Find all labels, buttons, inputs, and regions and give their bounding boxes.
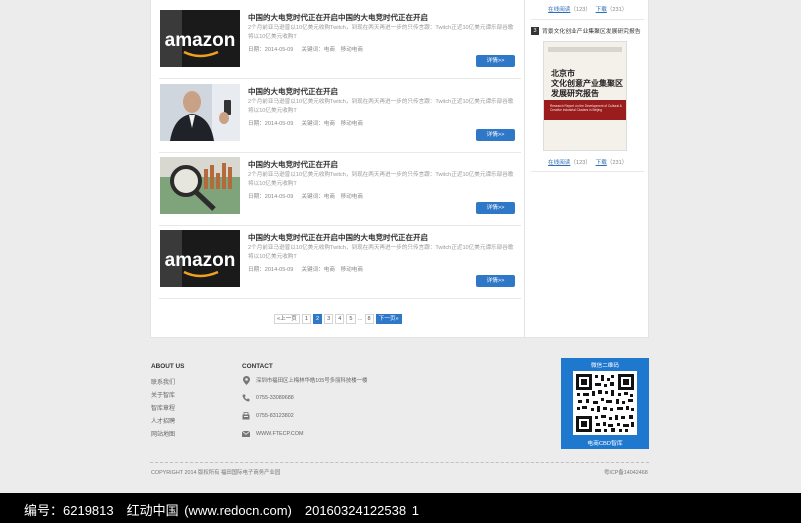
article-item: 中国的大电竞时代正在开启 2个月前亚马逊曾以10亿美元收购Twitch，到现在两… [159, 155, 521, 226]
qr-title: 微信二维码 [591, 363, 619, 369]
article-title[interactable]: 中国的大电竞时代正在开启中国的大电竞时代正在开启 [248, 12, 428, 23]
page-4-button[interactable]: 4 [335, 314, 345, 324]
article-thumbnail[interactable] [160, 84, 240, 141]
article-keywords: 关键词：电商 移动电商 [301, 121, 363, 127]
cover-subtitle: Research Report on the Development of Cu… [550, 104, 622, 112]
book-cover-image[interactable]: 北京市 文化创意产业集聚区 发展研究报告 Research Report on … [543, 41, 627, 151]
article-date: 日期：2014-05-09 [248, 194, 294, 200]
watermark-bar: 编号：6219813 红动中国 (www.redocn.com) 2016032… [0, 493, 801, 523]
article-meta: 日期：2014-05-09 关键词：电商 移动电商 [248, 192, 371, 200]
prev-page-button[interactable]: «上一页 [274, 314, 300, 324]
copyright-text: COPYRIGHT 2014 版权所有 福田国际电子商务产业园 [151, 470, 281, 476]
website-text[interactable]: WWW.FTECP.COM [256, 431, 304, 437]
sidebar-divider [531, 19, 644, 20]
article-title[interactable]: 中国的大电竞时代正在开启 [248, 159, 338, 170]
contact-phone: 0755-33089688 [242, 394, 294, 402]
article-meta: 日期：2014-05-09 关键词：电商 移动电商 [248, 119, 371, 127]
article-description: 2个月前亚马逊曾以10亿美元收购Twitch，到现在两天再进一步的只传言跟：Tw… [248, 25, 514, 40]
download-count: （231） [606, 7, 628, 13]
pagination: «上一页 1 2 3 4 5 ... 8 下一页» [274, 314, 402, 324]
article-description: 2个月前亚马逊曾以10亿美元收购Twitch，到现在两天再进一步的只传言跟：Tw… [248, 99, 514, 114]
article-date: 日期：2014-05-09 [248, 121, 294, 127]
article-item: 中国的大电竞时代正在开启 2个月前亚马逊曾以10亿美元收购Twitch，到现在两… [159, 82, 521, 153]
phone-text: 0755-33089688 [256, 395, 294, 401]
article-description: 2个月前亚马逊曾以10亿美元收购Twitch，到现在两天再进一步的只传言跟：Tw… [248, 172, 514, 187]
details-button[interactable]: 详情>> [476, 275, 515, 287]
contact-web: WWW.FTECP.COM [242, 430, 304, 438]
page-5-button[interactable]: 5 [346, 314, 356, 324]
footer-link-contact[interactable]: 联系我们 [151, 377, 175, 386]
article-title[interactable]: 中国的大电竞时代正在开启 [248, 86, 338, 97]
svg-text:amazon: amazon [165, 250, 236, 271]
rank-number: 3 [531, 26, 539, 35]
cover-heading: 北京市 文化创意产业集聚区 发展研究报告 [551, 68, 623, 98]
contact-fax: 0755-83123802 [242, 412, 294, 420]
pagination-ellipsis: ... [357, 316, 363, 322]
footer-link-charter[interactable]: 智库章程 [151, 403, 175, 412]
sidebar-item-title[interactable]: 3 背景文化创业产业集聚区发展研究报告 [531, 26, 641, 35]
location-icon [242, 375, 250, 385]
details-button[interactable]: 详情>> [476, 129, 515, 141]
contact-heading: CONTACT [242, 363, 273, 370]
article-date: 日期：2014-05-09 [248, 267, 294, 273]
article-item: amazon 中国的大电竞时代正在开启中国的大电竞时代正在开启 2个月前亚马逊曾… [159, 8, 521, 79]
qr-code-image [573, 371, 637, 435]
read-count: （123） [570, 7, 591, 13]
svg-text:amazon: amazon [165, 30, 236, 51]
footer-link-sitemap[interactable]: 网站地图 [151, 429, 175, 438]
download-link[interactable]: 下载 [596, 7, 607, 13]
column-divider [524, 0, 525, 338]
cover-heading-line: 文化创意产业集聚区 [551, 78, 623, 88]
sidebar-item-links: 在线阅读（123） 下载（231） [548, 158, 627, 166]
sidebar-divider [531, 171, 644, 172]
about-heading: ABOUT US [151, 363, 185, 370]
footer-link-about[interactable]: 关于智库 [151, 390, 175, 399]
fax-icon [242, 412, 250, 420]
contact-address: 深圳市福田区上梅林华皓105号多丽科技楼一楼 [242, 375, 368, 385]
next-page-button[interactable]: 下一页» [375, 314, 402, 324]
article-meta: 日期：2014-05-09 关键词：电商 移动电商 [248, 45, 371, 53]
footer-link-jobs[interactable]: 人才招聘 [151, 416, 175, 425]
phone-icon [242, 394, 250, 402]
article-keywords: 关键词：电商 移动电商 [301, 194, 363, 200]
qr-label: 电商CBD智库 [587, 441, 623, 447]
watermark-text: 编号：6219813 红动中国 (www.redocn.com) 2016032… [24, 503, 419, 518]
mail-icon [242, 430, 250, 438]
article-meta: 日期：2014-05-09 关键词：电商 移动电商 [248, 265, 371, 273]
page-1-button[interactable]: 1 [301, 314, 312, 324]
details-button[interactable]: 详情>> [476, 55, 515, 67]
fax-text: 0755-83123802 [256, 413, 294, 419]
page-last-button[interactable]: 8 [364, 314, 374, 324]
footer-divider [150, 462, 649, 463]
icp-license-text: 粤ICP备14042468 [604, 470, 648, 476]
page-2-button[interactable]: 2 [313, 314, 323, 324]
article-title[interactable]: 中国的大电竞时代正在开启中国的大电竞时代正在开启 [248, 232, 428, 243]
page-3-button[interactable]: 3 [324, 314, 334, 324]
address-text: 深圳市福田区上梅林华皓105号多丽科技楼一楼 [256, 378, 368, 384]
cover-heading-line: 北京市 [551, 68, 575, 78]
wechat-qr-panel: 微信二维码 电商CBD智库 [561, 358, 649, 449]
read-count: （123） [570, 160, 591, 166]
read-online-link[interactable]: 在线阅读 [548, 160, 570, 166]
article-keywords: 关键词：电商 移动电商 [301, 267, 363, 273]
article-keywords: 关键词：电商 移动电商 [301, 47, 363, 53]
article-thumbnail[interactable]: amazon [160, 10, 240, 67]
download-count: （231） [606, 160, 628, 166]
sidebar-top-links: 在线阅读（123） 下载（231） [548, 5, 627, 13]
cover-heading-line: 发展研究报告 [551, 88, 599, 98]
article-date: 日期：2014-05-09 [248, 47, 294, 53]
details-button[interactable]: 详情>> [476, 202, 515, 214]
book-title[interactable]: 背景文化创业产业集聚区发展研究报告 [542, 26, 641, 35]
article-thumbnail[interactable] [160, 157, 240, 214]
download-link[interactable]: 下载 [596, 160, 607, 166]
read-online-link[interactable]: 在线阅读 [548, 7, 570, 13]
article-thumbnail[interactable]: amazon [160, 230, 240, 287]
article-description: 2个月前亚马逊曾以10亿美元收购Twitch，到现在两天再进一步的只传言跟：Tw… [248, 245, 514, 260]
article-item: amazon 中国的大电竞时代正在开启中国的大电竞时代正在开启 2个月前亚马逊曾… [159, 228, 521, 299]
cover-decor-bar [548, 47, 622, 52]
